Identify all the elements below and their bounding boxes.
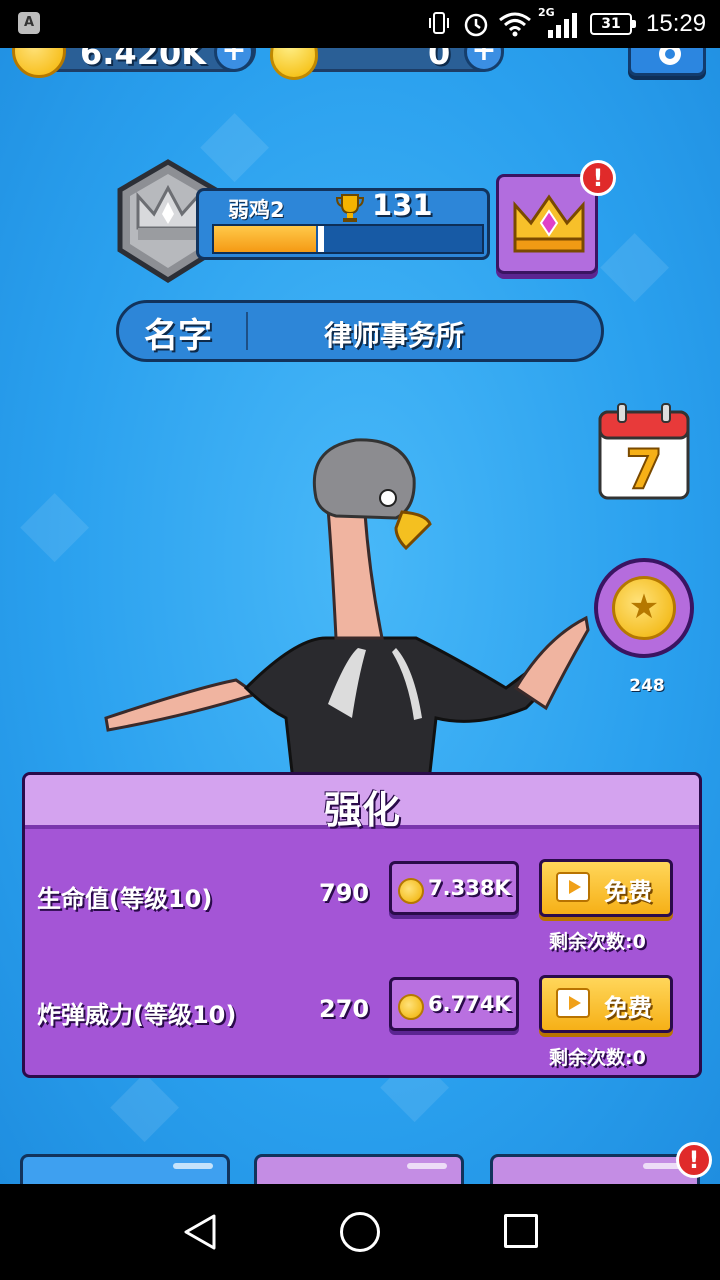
gear-icon	[659, 48, 681, 65]
rank-progress-bar	[212, 224, 484, 254]
crown-icon	[513, 194, 585, 253]
tab-alert-badge: !	[676, 1142, 712, 1178]
navigation-bar	[0, 1184, 720, 1280]
tab-shine	[173, 1163, 213, 1169]
health-upgrade-cost-button[interactable]: 7.338K	[389, 861, 519, 915]
free-label: 免费	[604, 878, 652, 906]
health-upgrade-cost: 7.338K	[428, 876, 511, 900]
calendar-day: 7	[625, 438, 663, 500]
gem-amount: 0	[428, 48, 451, 72]
video-play-icon	[556, 872, 590, 902]
upgrade-title: 强化	[323, 788, 400, 832]
game-screen: ◆ ◆ ◆ ◆ ◆ 6.420K + 0 + 弱鸡2 131 ! 名字 律师事务…	[0, 48, 720, 1184]
coin-reward-button[interactable]: ★	[594, 558, 694, 658]
bottom-tab-1[interactable]	[20, 1154, 230, 1184]
clock: 15:29	[646, 10, 707, 37]
chicken-character	[104, 438, 590, 788]
app-notification-icon: A	[18, 12, 40, 34]
bottom-tab-3[interactable]	[490, 1154, 700, 1184]
upgrade-header: 强化	[25, 775, 699, 832]
battery-icon: 31	[590, 13, 636, 35]
gold-amount: 6.420K	[80, 48, 207, 72]
daily-checkin-calendar-button[interactable]: 7	[598, 402, 690, 500]
free-label: 免费	[604, 994, 652, 1022]
background-pattern: ◆	[20, 468, 90, 573]
rank-progress-fill	[214, 226, 324, 252]
health-free-video-button[interactable]: 免费	[539, 859, 673, 917]
signal-icon	[548, 13, 577, 38]
trophy-icon	[335, 194, 365, 222]
crown-rewards-button[interactable]	[496, 174, 598, 274]
bomb-upgrade-label: 炸弹威力(等级10)	[37, 1001, 237, 1029]
recent-apps-icon[interactable]	[504, 1214, 538, 1248]
name-divider	[246, 312, 248, 350]
gold-coin-icon	[12, 48, 66, 78]
coin-icon	[398, 878, 424, 904]
status-bar: A 2G 31 15:29	[0, 0, 720, 48]
background-pattern: ◆	[600, 208, 670, 313]
rank-name: 弱鸡2	[228, 198, 285, 222]
vibrate-icon	[429, 12, 449, 34]
bomb-remaining-count: 剩余次数:0	[549, 1047, 646, 1069]
health-upgrade-label: 生命值(等级10)	[37, 885, 213, 913]
health-remaining-count: 剩余次数:0	[549, 931, 646, 953]
video-play-icon	[556, 988, 590, 1018]
bomb-power-value: 270	[319, 995, 370, 1023]
health-value: 790	[319, 879, 370, 907]
upgrade-panel: 强化 生命值(等级10) 790 7.338K 免费 剩余次数:0 炸弹威力(等…	[22, 772, 702, 1078]
wifi-icon	[499, 12, 531, 37]
bottom-tab-2[interactable]	[254, 1154, 464, 1184]
tab-shine	[407, 1163, 447, 1169]
settings-button[interactable]	[628, 48, 706, 76]
trophy-count: 131	[372, 188, 433, 222]
coin-reward-count: 248	[629, 676, 665, 696]
home-icon[interactable]	[340, 1212, 380, 1252]
name-label: 名字	[144, 316, 212, 356]
coin-icon	[398, 994, 424, 1020]
back-icon[interactable]	[182, 1212, 218, 1252]
bomb-upgrade-cost-button[interactable]: 6.774K	[389, 977, 519, 1031]
bomb-upgrade-cost: 6.774K	[428, 992, 511, 1016]
bomb-free-video-button[interactable]: 免费	[539, 975, 673, 1033]
star-coin-icon: ★	[612, 576, 676, 640]
player-name: 律师事务所	[324, 319, 465, 352]
crown-alert-badge: !	[580, 160, 616, 196]
alarm-icon	[464, 13, 488, 37]
egg-gem-icon	[270, 48, 318, 80]
